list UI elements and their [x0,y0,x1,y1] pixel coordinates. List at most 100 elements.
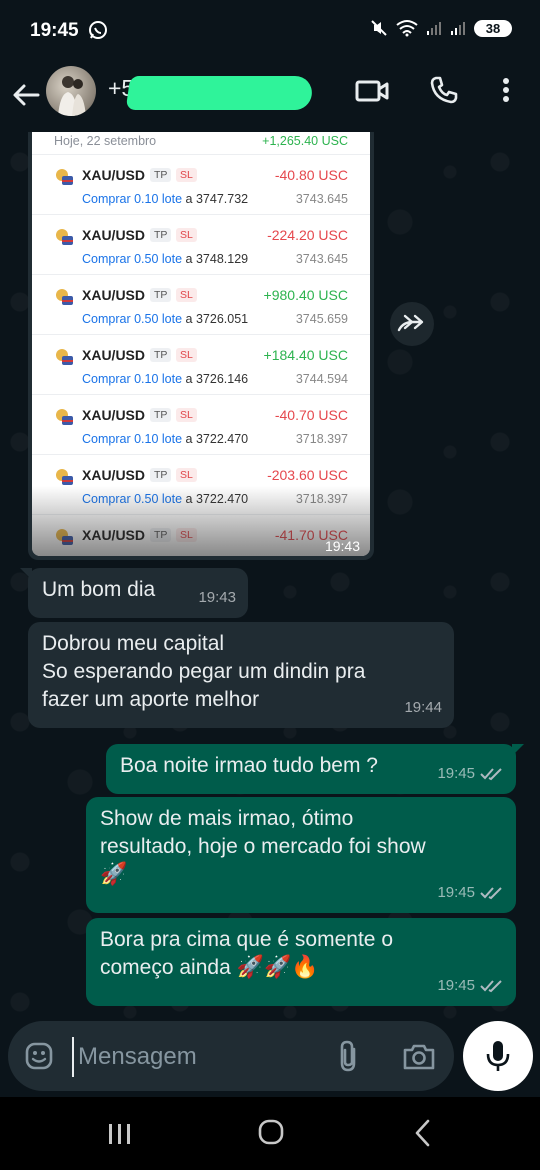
trade-lot: Comprar 0.50 lote [82,312,183,326]
trade-current-price: 3743.645 [295,192,348,206]
whatsapp-notification-icon [89,21,107,39]
tp-tag: TP [150,228,172,242]
message-text: resultado, hoje o mercado foi show [100,835,426,858]
image-timestamp: 19:43 [324,538,360,554]
trade-lot: Comprar 0.10 lote [82,432,183,446]
message-bubble[interactable]: Boa noite irmao tudo bem ? 19:45 [106,744,524,794]
status-bar: 19:45 38 [0,0,540,62]
image-message[interactable]: Hoje, 22 setembro +1,265.40 USC XAU/USD T… [28,132,374,560]
camera-icon[interactable] [402,1041,436,1071]
trade-row[interactable]: XAU/USD TP SL +184.40 USC Comprar 0.10 lote … [32,334,370,395]
sl-tag: SL [176,468,197,482]
trade-symbol: XAU/USD [82,347,146,363]
trade-symbol: XAU/USD [82,407,146,423]
message-meta: 19:45 [437,972,504,1000]
trade-open-price: a 3748.129 [185,252,249,266]
signal-icon [427,22,441,35]
double-check-icon [480,887,502,900]
microphone-icon [486,1041,510,1071]
screenshot-header: Hoje, 22 setembro +1,265.40 USC [32,132,370,154]
screenshot-total: +1,265.40 USC [262,134,348,148]
message-text: Bora pra cima que é somente o [100,928,393,951]
message-bubble[interactable]: Dobrou meu capital So esperando pegar um… [28,622,454,728]
trade-profit: -40.80 USC [274,167,348,183]
message-bubble[interactable]: Show de mais irmao, ótimo resultado, hoj… [86,797,516,913]
message-time: 19:45 [437,977,475,994]
message-input[interactable] [72,1037,320,1077]
more-vertical-icon[interactable] [494,74,518,106]
forward-button[interactable] [390,302,434,346]
trade-action: Comprar 0.10 lote a 3747.732 [82,192,248,206]
image-overlay [32,486,370,556]
back-icon[interactable] [412,1119,434,1147]
trade-open-price: a 3726.051 [185,312,249,326]
forward-icon [397,314,424,332]
trade-action: Comprar 0.50 lote a 3726.051 [82,312,248,326]
phone-icon[interactable] [428,74,460,106]
trade-action: Comprar 0.50 lote a 3748.129 [82,252,248,266]
trade-current-price: 3743.645 [295,252,348,266]
trade-current-price: 3718.397 [295,432,348,446]
gold-usd-icon [56,169,73,185]
trade-symbol: XAU/USD [82,287,146,303]
message-text: Dobrou meu capital [42,632,225,655]
gold-usd-icon [56,349,73,365]
trade-row[interactable]: XAU/USD TP SL +980.40 USC Comprar 0.50 lote … [32,274,370,335]
chat-header: +5 [0,62,540,132]
trade-action: Comprar 0.10 lote a 3722.470 [82,432,248,446]
name-redaction [125,76,315,110]
trade-symbol: XAU/USD [82,167,146,183]
system-nav-bar [0,1097,540,1170]
trade-current-price: 3744.594 [295,372,348,386]
trade-lot: Comprar 0.10 lote [82,372,183,386]
trade-symbol: XAU/USD [82,467,146,483]
trade-current-price: 3745.659 [295,312,348,326]
message-time: 19:45 [437,884,475,901]
home-icon[interactable] [258,1119,284,1145]
message-text: Show de mais irmao, ótimo [100,807,354,830]
message-time: 19:43 [198,589,236,606]
message-text: fazer um aporte melhor [42,688,260,711]
trade-lot: Comprar 0.50 lote [82,252,183,266]
trade-symbol: XAU/USD [82,227,146,243]
trade-open-price: a 3726.146 [185,372,249,386]
double-check-icon [480,768,502,781]
chat-area[interactable]: Hoje, 22 setembro +1,265.40 USC XAU/USD T… [0,132,540,1097]
trade-action: Comprar 0.10 lote a 3726.146 [82,372,248,386]
message-time: 19:44 [404,699,442,716]
sl-tag: SL [176,288,197,302]
sl-tag: SL [176,408,197,422]
message-meta: 19:45 [437,879,504,907]
trade-lot: Comprar 0.10 lote [82,192,183,206]
paperclip-icon[interactable] [334,1039,362,1073]
recents-icon[interactable] [106,1121,134,1147]
trade-open-price: a 3722.470 [185,432,249,446]
message-text: So esperando pegar um dindin pra [42,660,366,683]
wifi-icon [396,20,418,37]
battery-level: 38 [474,19,512,37]
trade-row[interactable]: XAU/USD TP SL -40.70 USC Comprar 0.10 lote a… [32,394,370,455]
tp-tag: TP [150,408,172,422]
signal-icon-2 [451,22,465,35]
tp-tag: TP [150,468,172,482]
trade-profit: +980.40 USC [263,287,348,303]
mic-button[interactable] [463,1021,533,1091]
trade-row[interactable]: XAU/USD TP SL -224.20 USC Comprar 0.50 lote … [32,214,370,275]
gold-usd-icon [56,469,73,485]
sl-tag: SL [176,348,197,362]
video-camera-icon[interactable] [354,76,390,106]
contact-avatar[interactable] [46,66,96,116]
mute-icon [371,20,387,36]
message-meta: 19:45 [437,760,504,788]
trade-row[interactable]: XAU/USD TP SL -40.80 USC Comprar 0.10 lote a… [32,154,370,215]
back-arrow-icon[interactable] [10,79,42,111]
message-bubble[interactable]: Bora pra cima que é somente o começo ain… [86,918,516,1006]
bubble-tail [20,568,32,580]
message-time: 19:45 [437,765,475,782]
gold-usd-icon [56,409,73,425]
emoji-icon[interactable] [24,1041,54,1071]
message-text: começo ainda [100,956,231,979]
tp-tag: TP [150,348,172,362]
trade-screenshot[interactable]: Hoje, 22 setembro +1,265.40 USC XAU/USD T… [32,132,370,556]
message-bubble[interactable]: Um bom dia 19:43 [20,568,248,618]
